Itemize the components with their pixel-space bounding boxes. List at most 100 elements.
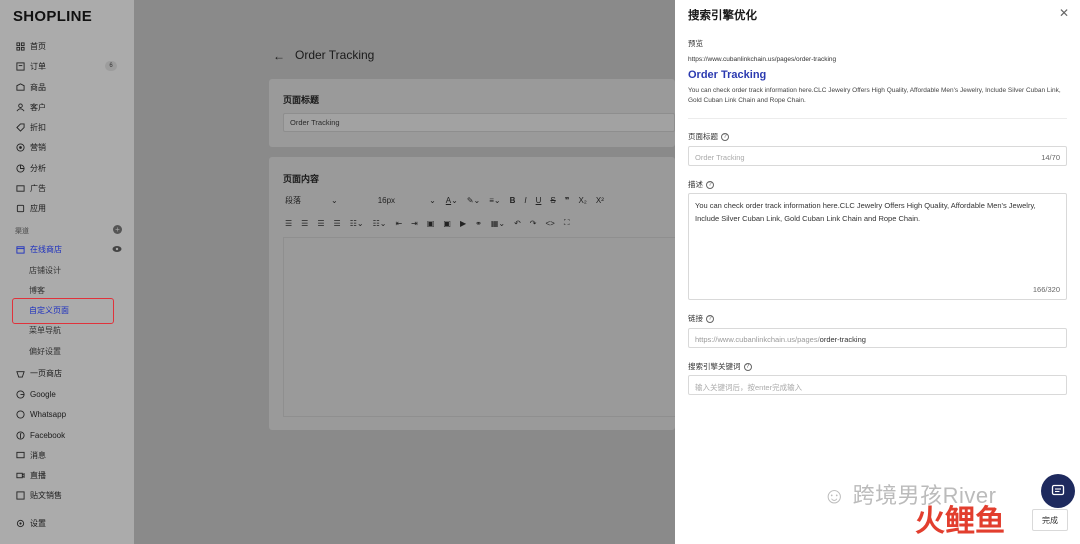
sidebar-item-apps[interactable]: 应用 bbox=[15, 200, 46, 216]
sidebar-item-customers[interactable]: 客户 bbox=[15, 99, 46, 115]
chat-fab[interactable] bbox=[1041, 474, 1075, 508]
text-color-icon[interactable]: A ⌄ bbox=[446, 196, 458, 205]
chat-icon bbox=[1051, 484, 1065, 496]
gallery-icon[interactable]: ▣ bbox=[443, 219, 451, 228]
seo-title-input[interactable]: Order Tracking 14/70 bbox=[688, 146, 1067, 166]
underline-icon[interactable]: U bbox=[536, 196, 542, 205]
link-icon[interactable]: ⚭ bbox=[475, 219, 482, 228]
back-arrow-icon[interactable]: ← bbox=[273, 49, 285, 63]
order-icon bbox=[15, 61, 25, 71]
sidebar-item-settings[interactable]: 设置 bbox=[15, 515, 46, 531]
description-label: 描述? bbox=[688, 179, 714, 190]
fullscreen-icon[interactable]: ⛶ bbox=[564, 218, 570, 228]
sidebar-item-one-page[interactable]: 一页商店 bbox=[15, 365, 62, 381]
link-slug: order-tracking bbox=[819, 335, 866, 344]
outdent-icon[interactable]: ⇤ bbox=[395, 219, 402, 228]
strikethrough-icon[interactable]: S bbox=[550, 196, 555, 205]
sidebar-item-post-sale[interactable]: 贴文销售 bbox=[15, 487, 62, 503]
bold-icon[interactable]: B bbox=[510, 196, 516, 205]
sub-item-blog[interactable]: 博客 bbox=[29, 282, 45, 298]
numbered-list-icon[interactable]: ☷⌄ bbox=[373, 219, 387, 228]
link-label-text: 链接 bbox=[688, 314, 703, 323]
editor-toolbar-row-2: ☰ ☰ ☰ ☰ ☷⌄ ☷⌄ ⇤ ⇥ ▣ ▣ ▶ ⚭ ▦⌄ ↶ ↷ <> ⛶ bbox=[285, 218, 578, 228]
sidebar-item-label: Whatsapp bbox=[30, 409, 67, 419]
sidebar-item-label: 商品 bbox=[30, 82, 46, 92]
eye-icon[interactable] bbox=[112, 245, 122, 253]
bullet-list-icon[interactable]: ☷⌄ bbox=[350, 219, 364, 228]
help-icon[interactable]: ? bbox=[706, 181, 714, 190]
subscript-icon[interactable]: X₂ bbox=[578, 196, 586, 205]
keywords-input[interactable]: 输入关键词后，按enter完成输入 bbox=[688, 375, 1067, 395]
sidebar-item-orders[interactable]: 订单 bbox=[15, 58, 46, 74]
align-justify-icon[interactable]: ☰ bbox=[334, 219, 341, 228]
seo-title-label: 页面标题? bbox=[688, 131, 729, 142]
preview-title: Order Tracking bbox=[688, 69, 767, 81]
undo-icon[interactable]: ↶ bbox=[514, 219, 521, 228]
sidebar-item-google[interactable]: Google bbox=[15, 386, 56, 402]
video-icon[interactable]: ▶ bbox=[460, 219, 466, 228]
customer-icon bbox=[15, 102, 25, 112]
sidebar-item-ads[interactable]: 广告 bbox=[15, 180, 46, 196]
sidebar-item-marketing[interactable]: 营销 bbox=[15, 139, 46, 155]
rich-text-editor[interactable] bbox=[283, 237, 676, 417]
sub-item-store-design[interactable]: 店铺设计 bbox=[29, 262, 61, 278]
sidebar-item-whatsapp[interactable]: Whatsapp bbox=[15, 406, 66, 422]
home-icon bbox=[15, 41, 25, 51]
seo-title-label-text: 页面标题 bbox=[688, 132, 718, 141]
table-icon[interactable]: ▦⌄ bbox=[491, 219, 505, 228]
paragraph-select[interactable]: 段落 ⌄ bbox=[285, 195, 338, 206]
line-height-icon[interactable]: ≡⌄ bbox=[489, 196, 500, 205]
image-icon[interactable]: ▣ bbox=[427, 219, 435, 228]
code-icon[interactable]: <> bbox=[546, 219, 555, 228]
redo-icon[interactable]: ↷ bbox=[530, 219, 537, 228]
sidebar-item-label: 贴文销售 bbox=[30, 490, 62, 500]
page-title-input[interactable]: Order Tracking bbox=[283, 113, 675, 132]
sidebar-item-label: 设置 bbox=[30, 518, 46, 528]
sidebar-item-label: 直播 bbox=[30, 470, 46, 480]
sidebar-item-products[interactable]: 商品 bbox=[15, 79, 46, 95]
quote-icon[interactable]: ❞ bbox=[565, 196, 570, 205]
sidebar-item-analytics[interactable]: 分析 bbox=[15, 160, 46, 176]
italic-icon[interactable]: I bbox=[524, 196, 526, 205]
sidebar-item-messages[interactable]: 消息 bbox=[15, 447, 46, 463]
order-count-badge: 6 bbox=[105, 61, 117, 71]
sidebar-item-label: 折扣 bbox=[30, 122, 46, 132]
font-size-select[interactable]: 16px ⌄ bbox=[378, 196, 436, 205]
seo-title-count: 14/70 bbox=[1041, 153, 1060, 162]
sidebar-item-live[interactable]: 直播 bbox=[15, 467, 46, 483]
sidebar-item-label: 广告 bbox=[30, 183, 46, 193]
link-prefix: https://www.cubanlinkchain.us/pages/ bbox=[695, 335, 820, 344]
superscript-icon[interactable]: X² bbox=[596, 196, 604, 205]
highlight-icon[interactable]: ✎⌄ bbox=[467, 196, 480, 205]
link-input[interactable]: https://www.cubanlinkchain.us/pages/orde… bbox=[688, 328, 1067, 348]
divider bbox=[688, 118, 1067, 119]
sidebar-item-label: 分析 bbox=[30, 163, 46, 173]
indent-icon[interactable]: ⇥ bbox=[411, 219, 418, 228]
sidebar-item-home[interactable]: 首页 bbox=[15, 38, 46, 54]
sidebar-item-discounts[interactable]: 折扣 bbox=[15, 119, 46, 135]
add-channel-icon[interactable]: + bbox=[113, 225, 122, 234]
done-button[interactable]: 完成 bbox=[1032, 509, 1068, 531]
sidebar-item-label: Facebook bbox=[30, 430, 66, 440]
help-icon[interactable]: ? bbox=[721, 133, 729, 142]
sidebar-item-online-store[interactable]: 在线商店 bbox=[15, 241, 62, 257]
sub-item-menu-nav[interactable]: 菜单导航 bbox=[29, 322, 61, 338]
sidebar-item-label: Google bbox=[30, 389, 56, 399]
discount-icon bbox=[15, 122, 25, 132]
live-icon bbox=[15, 470, 25, 480]
align-right-icon[interactable]: ☰ bbox=[317, 219, 324, 228]
sidebar-item-facebook[interactable]: Facebook bbox=[15, 427, 65, 443]
message-icon bbox=[15, 450, 25, 460]
align-left-icon[interactable]: ☰ bbox=[285, 219, 292, 228]
paragraph-label: 段落 bbox=[285, 196, 301, 205]
align-center-icon[interactable]: ☰ bbox=[301, 219, 308, 228]
close-icon[interactable]: ✕ bbox=[1059, 7, 1069, 19]
help-icon[interactable]: ? bbox=[743, 363, 752, 372]
sub-item-preferences[interactable]: 偏好设置 bbox=[29, 343, 61, 359]
keywords-placeholder: 输入关键词后，按enter完成输入 bbox=[695, 383, 803, 392]
description-textarea[interactable]: You can check order track information he… bbox=[688, 193, 1067, 300]
sidebar-item-label: 一页商店 bbox=[30, 368, 62, 378]
description-count: 166/320 bbox=[1032, 285, 1060, 294]
content-label: 页面内容 bbox=[283, 174, 320, 184]
help-icon[interactable]: ? bbox=[706, 315, 714, 324]
